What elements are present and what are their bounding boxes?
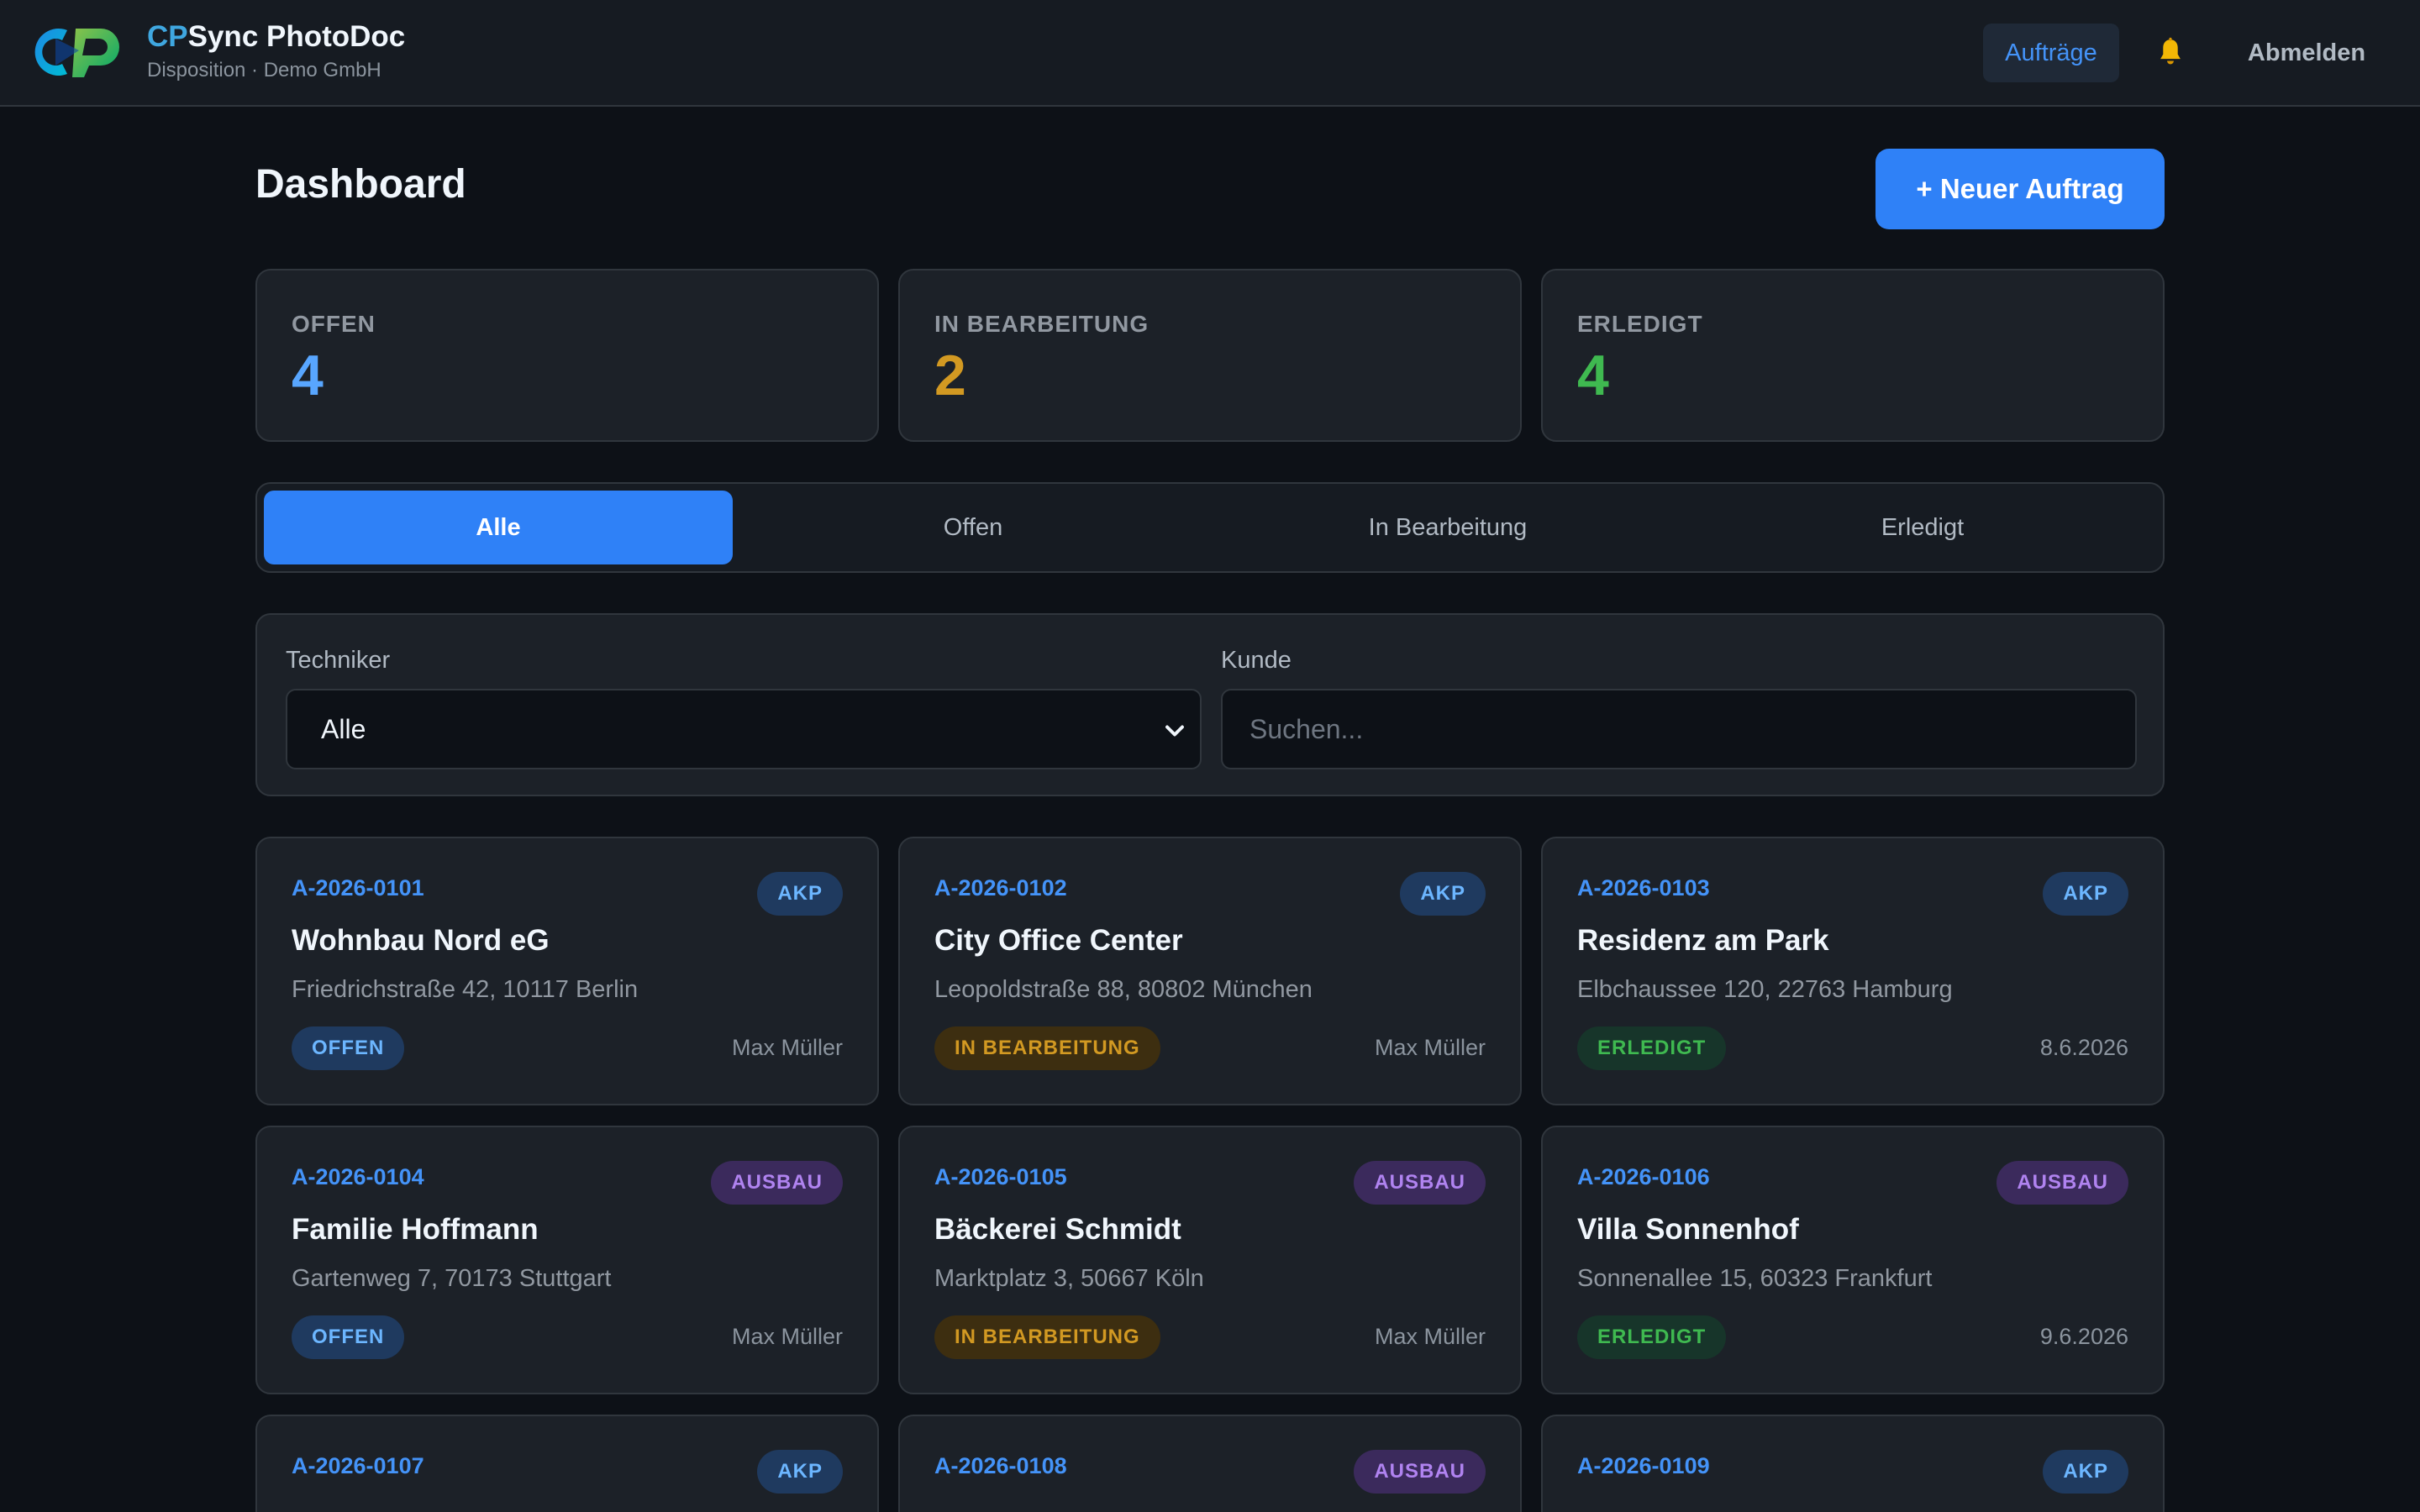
order-type-badge: AKP: [2043, 872, 2128, 916]
order-card[interactable]: A-2026-0103 AKP Residenz am Park Elbchau…: [1541, 837, 2165, 1105]
order-customer: City Office Center: [934, 924, 1183, 957]
order-customer: Bäckerei Schmidt: [934, 1213, 1181, 1246]
order-customer: Villa Sonnenhof: [1577, 1213, 1799, 1246]
customer-search-input[interactable]: [1221, 689, 2137, 769]
order-type-badge: AKP: [757, 872, 843, 916]
order-date: 8.6.2026: [2039, 1035, 2128, 1060]
stat-card-open: OFFEN 4: [255, 269, 879, 442]
notifications-button[interactable]: [2149, 32, 2191, 74]
order-type-badge: AKP: [757, 1450, 843, 1494]
chevron-down-icon: [1165, 725, 1184, 737]
status-badge: IN BEARBEITUNG: [934, 1026, 1160, 1070]
cpsync-logo-icon: [34, 29, 119, 77]
order-id: A-2026-0102: [934, 875, 1067, 900]
status-badge: OFFEN: [292, 1315, 405, 1359]
filter-panel: Techniker Alle Kunde: [255, 613, 2165, 796]
order-technician: Max Müller: [731, 1035, 843, 1060]
order-card[interactable]: A-2026-0107 AKP: [255, 1415, 879, 1512]
stat-card-in-progress: IN BEARBEITUNG 2: [898, 269, 1522, 442]
tab-done[interactable]: Erledigt: [1688, 491, 2157, 564]
order-customer: Residenz am Park: [1577, 924, 1829, 957]
stat-value: 4: [1577, 344, 1609, 407]
stat-value: 2: [934, 344, 966, 407]
order-address: Leopoldstraße 88, 80802 München: [934, 976, 1313, 1003]
nav-orders-link[interactable]: Aufträge: [1983, 24, 2119, 82]
stat-label: ERLEDIGT: [1577, 311, 1703, 337]
new-order-button[interactable]: + Neuer Auftrag: [1876, 149, 2165, 229]
order-address: Gartenweg 7, 70173 Stuttgart: [292, 1265, 612, 1292]
page-title: Dashboard: [255, 162, 466, 207]
tab-open[interactable]: Offen: [739, 491, 1207, 564]
order-card[interactable]: A-2026-0109 AKP: [1541, 1415, 2165, 1512]
bell-icon: [2160, 37, 2181, 65]
technician-select-value: Alle: [321, 713, 366, 744]
order-id: A-2026-0104: [292, 1164, 424, 1189]
order-date: 9.6.2026: [2039, 1324, 2128, 1349]
order-id: A-2026-0106: [1577, 1164, 1710, 1189]
stat-value: 4: [292, 344, 324, 407]
order-card[interactable]: A-2026-0102 AKP City Office Center Leopo…: [898, 837, 1522, 1105]
tab-all[interactable]: Alle: [264, 491, 733, 564]
order-id: A-2026-0108: [934, 1453, 1067, 1478]
order-card[interactable]: A-2026-0106 AUSBAU Villa Sonnenhof Sonne…: [1541, 1126, 2165, 1394]
order-card[interactable]: A-2026-0108 AUSBAU: [898, 1415, 1522, 1512]
order-id: A-2026-0105: [934, 1164, 1067, 1189]
order-technician: Max Müller: [1374, 1035, 1486, 1060]
order-id: A-2026-0107: [292, 1453, 424, 1478]
order-id: A-2026-0109: [1577, 1453, 1710, 1478]
order-id: A-2026-0101: [292, 875, 424, 900]
order-type-badge: AUSBAU: [1354, 1450, 1486, 1494]
order-type-badge: AKP: [2043, 1450, 2128, 1494]
brand-title: CPSync PhotoDoc: [147, 20, 406, 53]
status-badge: IN BEARBEITUNG: [934, 1315, 1160, 1359]
order-id: A-2026-0103: [1577, 875, 1710, 900]
stat-label: OFFEN: [292, 311, 376, 337]
order-type-badge: AKP: [1400, 872, 1486, 916]
brand-subtitle: Disposition · Demo GmbH: [147, 59, 381, 81]
order-address: Friedrichstraße 42, 10117 Berlin: [292, 976, 639, 1003]
order-address: Elbchaussee 120, 22763 Hamburg: [1577, 976, 1953, 1003]
order-type-badge: AUSBAU: [711, 1161, 843, 1205]
order-address: Sonnenallee 15, 60323 Frankfurt: [1577, 1265, 1933, 1292]
logout-button[interactable]: Abmelden: [2235, 24, 2378, 82]
order-type-badge: AUSBAU: [1354, 1161, 1486, 1205]
customer-label: Kunde: [1221, 647, 1292, 674]
status-badge: OFFEN: [292, 1026, 405, 1070]
technician-select[interactable]: Alle: [286, 689, 1202, 769]
order-card[interactable]: A-2026-0104 AUSBAU Familie Hoffmann Gart…: [255, 1126, 879, 1394]
tab-in-progress[interactable]: In Bearbeitung: [1213, 491, 1682, 564]
order-type-badge: AUSBAU: [1996, 1161, 2128, 1205]
status-filter-tabs: Alle Offen In Bearbeitung Erledigt: [255, 482, 2165, 573]
technician-label: Techniker: [286, 647, 391, 674]
order-technician: Max Müller: [731, 1324, 843, 1349]
stat-card-done: ERLEDIGT 4: [1541, 269, 2165, 442]
status-badge: ERLEDIGT: [1577, 1315, 1727, 1359]
top-navigation-bar: CPSync PhotoDoc Disposition · Demo GmbH …: [0, 0, 2420, 107]
order-customer: Wohnbau Nord eG: [292, 924, 550, 957]
order-technician: Max Müller: [1374, 1324, 1486, 1349]
order-card[interactable]: A-2026-0105 AUSBAU Bäckerei Schmidt Mark…: [898, 1126, 1522, 1394]
order-customer: Familie Hoffmann: [292, 1213, 539, 1246]
order-card[interactable]: A-2026-0101 AKP Wohnbau Nord eG Friedric…: [255, 837, 879, 1105]
status-badge: ERLEDIGT: [1577, 1026, 1727, 1070]
order-address: Marktplatz 3, 50667 Köln: [934, 1265, 1204, 1292]
stat-label: IN BEARBEITUNG: [934, 311, 1150, 337]
